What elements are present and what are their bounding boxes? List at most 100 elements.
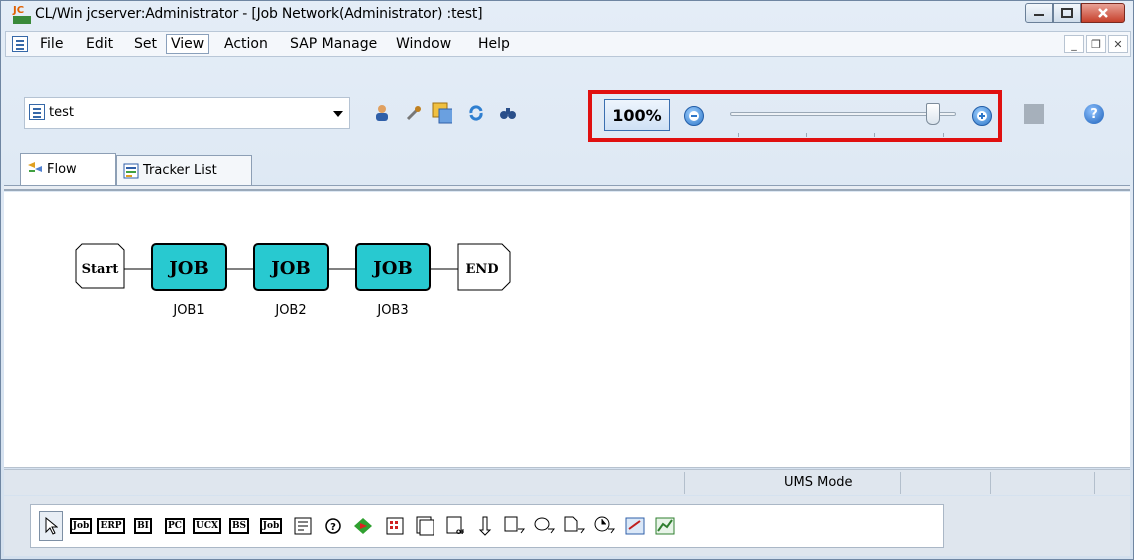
dialog-tool-icon[interactable] [623, 511, 647, 541]
bs-tool-label: BS [228, 518, 250, 534]
status-bar: UMS Mode [4, 469, 1130, 495]
network-select[interactable]: test [24, 97, 350, 129]
plus-icon [977, 111, 987, 121]
job-wait-tool-icon[interactable] [533, 511, 557, 541]
zoom-slider-ticks [738, 133, 944, 137]
job-network-tool[interactable]: Job [259, 511, 283, 541]
pointer-tool[interactable] [39, 511, 63, 541]
menu-bar: File Edit Set View Action SAP Manage Win… [5, 31, 1131, 57]
binoculars-icon[interactable] [498, 103, 518, 123]
bi-tool-label: BI [134, 518, 152, 534]
status-separator [684, 472, 685, 494]
file-wait-tool-icon[interactable] [503, 511, 527, 541]
zoom-slider-track[interactable] [730, 112, 956, 116]
erp-tool-label: ERP [97, 518, 125, 534]
down-arrow-tool-icon[interactable] [473, 511, 497, 541]
menu-help[interactable]: Help [474, 35, 514, 55]
user-icon[interactable] [372, 103, 392, 123]
ucx-tool[interactable]: UCX [193, 511, 221, 541]
tab-tracker-list[interactable]: Tracker List [116, 155, 252, 185]
palette-toolbar: Job ERP BI PC UCX BS Job ? OR [30, 504, 944, 548]
menu-edit[interactable]: Edit [82, 35, 117, 55]
end-node[interactable]: END [457, 243, 511, 291]
job-box-label: JOB [371, 258, 412, 279]
menu-view[interactable]: View [166, 34, 210, 54]
network-select-value: test [49, 105, 74, 120]
minimize-button[interactable] [1025, 3, 1053, 23]
menu-action[interactable]: Action [220, 35, 272, 55]
flow-diagram: Start JOB JOB1 JOB JOB2 JOB JOB3 END [75, 243, 511, 318]
chart-tool-icon[interactable] [653, 511, 677, 541]
minus-icon [689, 111, 699, 121]
zoom-out-button[interactable] [684, 106, 704, 126]
window-controls [1025, 3, 1125, 25]
close-button[interactable] [1081, 3, 1125, 23]
window-title: CL/Win jcserver:Administrator - [Job Net… [35, 6, 483, 22]
tab-flow-label: Flow [47, 162, 77, 177]
network-map-icon[interactable] [432, 102, 452, 124]
bi-tool[interactable]: BI [131, 511, 155, 541]
help-icon[interactable]: ? [1084, 104, 1104, 124]
pointer-icon [45, 517, 58, 535]
tools-icon[interactable] [404, 103, 424, 123]
maximize-icon [1061, 8, 1073, 18]
job-tool-label: Job [69, 518, 93, 534]
chevron-down-icon [333, 111, 343, 117]
bs-tool[interactable]: BS [227, 511, 251, 541]
status-separator [1094, 472, 1095, 494]
disabled-button[interactable] [1024, 104, 1044, 124]
start-label: Start [82, 262, 119, 277]
time-wait-tool-icon[interactable] [593, 511, 617, 541]
minimize-icon [1034, 14, 1044, 16]
or-tool-icon[interactable]: OR [443, 511, 467, 541]
job-node[interactable]: JOB JOB3 [355, 243, 431, 318]
job-tool[interactable]: Job [69, 511, 93, 541]
menu-sap-manage[interactable]: SAP Manage [286, 35, 381, 55]
job-name: JOB2 [274, 303, 306, 318]
job-box-label: JOB [269, 258, 310, 279]
network-icon [29, 104, 45, 120]
child-minimize-button[interactable]: _ [1064, 35, 1084, 53]
job-node[interactable]: JOB JOB2 [253, 243, 329, 318]
refresh-icon[interactable] [466, 103, 486, 123]
job-node[interactable]: JOB JOB1 [151, 243, 227, 318]
menu-set[interactable]: Set [130, 35, 161, 55]
zoom-slider-thumb[interactable] [926, 103, 941, 125]
subnetwork-tool-icon[interactable] [291, 511, 315, 541]
branch-tool-icon[interactable]: ? [321, 511, 345, 541]
menu-file[interactable]: File [36, 35, 67, 55]
status-mode: UMS Mode [784, 475, 853, 490]
child-restore-button[interactable]: ❐ [1086, 35, 1106, 53]
erp-tool[interactable]: ERP [97, 511, 125, 541]
zoom-percent-button[interactable]: 100% [604, 99, 670, 131]
tab-flow[interactable]: Flow [20, 153, 116, 185]
job-name: JOB3 [376, 303, 408, 318]
calendar-tool-icon[interactable] [383, 511, 407, 541]
tab-divider [4, 185, 1130, 191]
end-label: END [465, 262, 498, 277]
svg-text:?: ? [330, 522, 336, 533]
status-separator [990, 472, 991, 494]
close-icon [1098, 8, 1108, 18]
child-close-button[interactable]: ✕ [1108, 35, 1128, 53]
tracker-list-icon [123, 163, 139, 179]
palette-bar: Job ERP BI PC UCX BS Job ? OR [4, 496, 1130, 556]
pc-tool-label: PC [165, 518, 185, 534]
document-menu-icon[interactable] [12, 36, 28, 52]
pc-tool[interactable]: PC [163, 511, 187, 541]
title-bar: JC CL/Win jcserver:Administrator - [Job … [1, 1, 1133, 29]
job-box-label: JOB [167, 258, 208, 279]
menu-window[interactable]: Window [392, 35, 455, 55]
zoom-in-button[interactable] [972, 106, 992, 126]
status-separator [900, 472, 901, 494]
tab-tracker-list-label: Tracker List [143, 163, 217, 178]
app-icon: JC [13, 6, 31, 24]
parallel-tool-icon[interactable] [413, 511, 437, 541]
event-tool-icon[interactable] [351, 511, 375, 541]
flow-icon [28, 162, 42, 172]
document-wait-tool-icon[interactable] [563, 511, 587, 541]
start-node[interactable]: Start [75, 243, 125, 289]
maximize-button[interactable] [1053, 3, 1081, 23]
flow-canvas[interactable]: Start JOB JOB1 JOB JOB2 JOB JOB3 END [4, 192, 1130, 468]
svg-text:OR: OR [456, 529, 464, 536]
